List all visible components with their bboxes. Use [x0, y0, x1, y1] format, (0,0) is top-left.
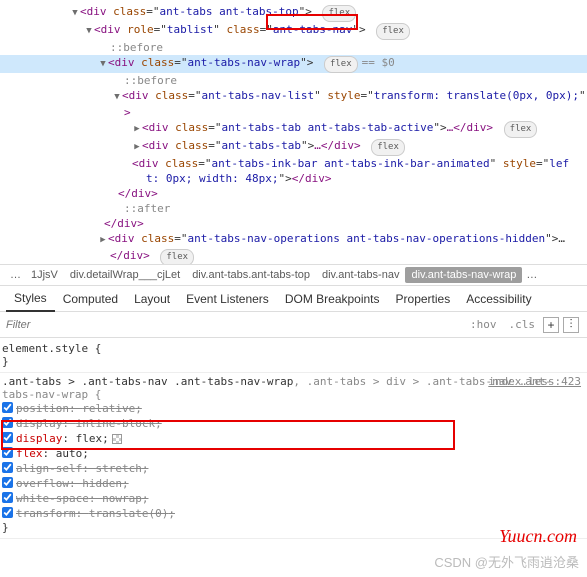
more-icon[interactable]: ⫶ — [563, 317, 579, 333]
tab-events[interactable]: Event Listeners — [178, 287, 277, 311]
prop-checkbox[interactable] — [2, 447, 13, 458]
tree-node[interactable]: ▼<div class="ant-tabs-nav-list" style="t… — [0, 88, 587, 105]
prop-checkbox[interactable] — [2, 432, 13, 443]
pseudo-before: ::before — [0, 40, 587, 55]
tree-node[interactable]: ▶<div class="ant-tabs-tab">…</div> flex — [0, 138, 587, 156]
tree-cont: > — [0, 105, 587, 120]
css-property[interactable]: flex: auto; — [2, 446, 581, 461]
tab-styles[interactable]: Styles — [6, 286, 55, 312]
selector: element.style { — [2, 342, 581, 355]
prop-checkbox[interactable] — [2, 477, 13, 488]
crumb-more[interactable]: … — [6, 269, 25, 281]
flex-icon[interactable] — [112, 434, 122, 444]
hov-toggle[interactable]: :hov — [470, 318, 497, 331]
crumb-selected[interactable]: div.ant-tabs-nav-wrap — [405, 267, 522, 283]
filter-bar: :hov .cls + ⫶ — [0, 312, 587, 338]
prop-checkbox[interactable] — [2, 402, 13, 413]
tree-node[interactable]: ▶<div class="ant-tabs-tab ant-tabs-tab-a… — [0, 120, 587, 138]
crumb-more[interactable]: … — [522, 269, 541, 281]
css-property[interactable]: transform: translate(0); — [2, 506, 581, 521]
prop-checkbox[interactable] — [2, 417, 13, 428]
tree-close: </div> flex — [0, 248, 587, 264]
tab-dom-breakpoints[interactable]: DOM Breakpoints — [277, 287, 388, 311]
crumb[interactable]: div.ant-tabs-nav — [316, 267, 405, 283]
css-property[interactable]: align-self: stretch; — [2, 461, 581, 476]
tab-properties[interactable]: Properties — [388, 287, 459, 311]
source-link[interactable]: index.less:423 — [488, 375, 581, 388]
new-rule-button[interactable]: + — [543, 317, 559, 333]
rule-element-style[interactable]: element.style { } — [0, 340, 587, 373]
filter-input[interactable] — [6, 319, 464, 331]
pseudo-after: ::after — [0, 201, 587, 216]
watermark: Yuucn.com — [499, 526, 577, 547]
css-property[interactable]: white-space: nowrap; — [2, 491, 581, 506]
crumb[interactable]: 1JjsV — [25, 267, 64, 283]
tree-node-selected[interactable]: ▼<div class="ant-tabs-nav-wrap"> flex== … — [0, 55, 587, 73]
brace: } — [2, 355, 581, 368]
tree-node[interactable]: ▼<div role="tablist" class="ant-tabs-nav… — [0, 22, 587, 40]
css-property[interactable]: position: relative; — [2, 401, 581, 416]
css-property[interactable]: display: flex; — [2, 431, 581, 446]
cls-toggle[interactable]: .cls — [509, 318, 536, 331]
crumb[interactable]: div.ant-tabs.ant-tabs-top — [186, 267, 316, 283]
pseudo-before: ::before — [0, 73, 587, 88]
tree-node[interactable]: ▶<div class="ant-tabs-nav-operations ant… — [0, 231, 587, 248]
tree-node[interactable]: ▼<div class="ant-tabs ant-tabs-top"> fle… — [0, 4, 587, 22]
elements-tree: ▼<div class="ant-tabs ant-tabs-top"> fle… — [0, 0, 587, 264]
prop-checkbox[interactable] — [2, 462, 13, 473]
brace: } — [2, 521, 581, 534]
styles-panel: element.style { } index.less:423 .ant-ta… — [0, 338, 587, 539]
prop-checkbox[interactable] — [2, 507, 13, 518]
tree-cont: t: 0px; width: 48px;"></div> — [0, 171, 587, 186]
crumb[interactable]: div.detailWrap___cjLet — [64, 267, 186, 283]
tab-accessibility[interactable]: Accessibility — [458, 287, 539, 311]
tree-node[interactable]: <div class="ant-tabs-ink-bar ant-tabs-in… — [0, 156, 587, 171]
tree-close: </div> — [0, 216, 587, 231]
tab-layout[interactable]: Layout — [126, 287, 178, 311]
watermark: CSDN @无外飞雨逍沧桑 — [434, 552, 579, 571]
css-property[interactable]: overflow: hidden; — [2, 476, 581, 491]
tab-computed[interactable]: Computed — [55, 287, 126, 311]
breadcrumb: … 1JjsV div.detailWrap___cjLet div.ant-t… — [0, 264, 587, 286]
tree-close: </div> — [0, 186, 587, 201]
css-property[interactable]: display: inline-block; — [2, 416, 581, 431]
rule[interactable]: index.less:423 .ant-tabs > .ant-tabs-nav… — [0, 373, 587, 539]
prop-checkbox[interactable] — [2, 492, 13, 503]
styles-tabs: Styles Computed Layout Event Listeners D… — [0, 286, 587, 312]
